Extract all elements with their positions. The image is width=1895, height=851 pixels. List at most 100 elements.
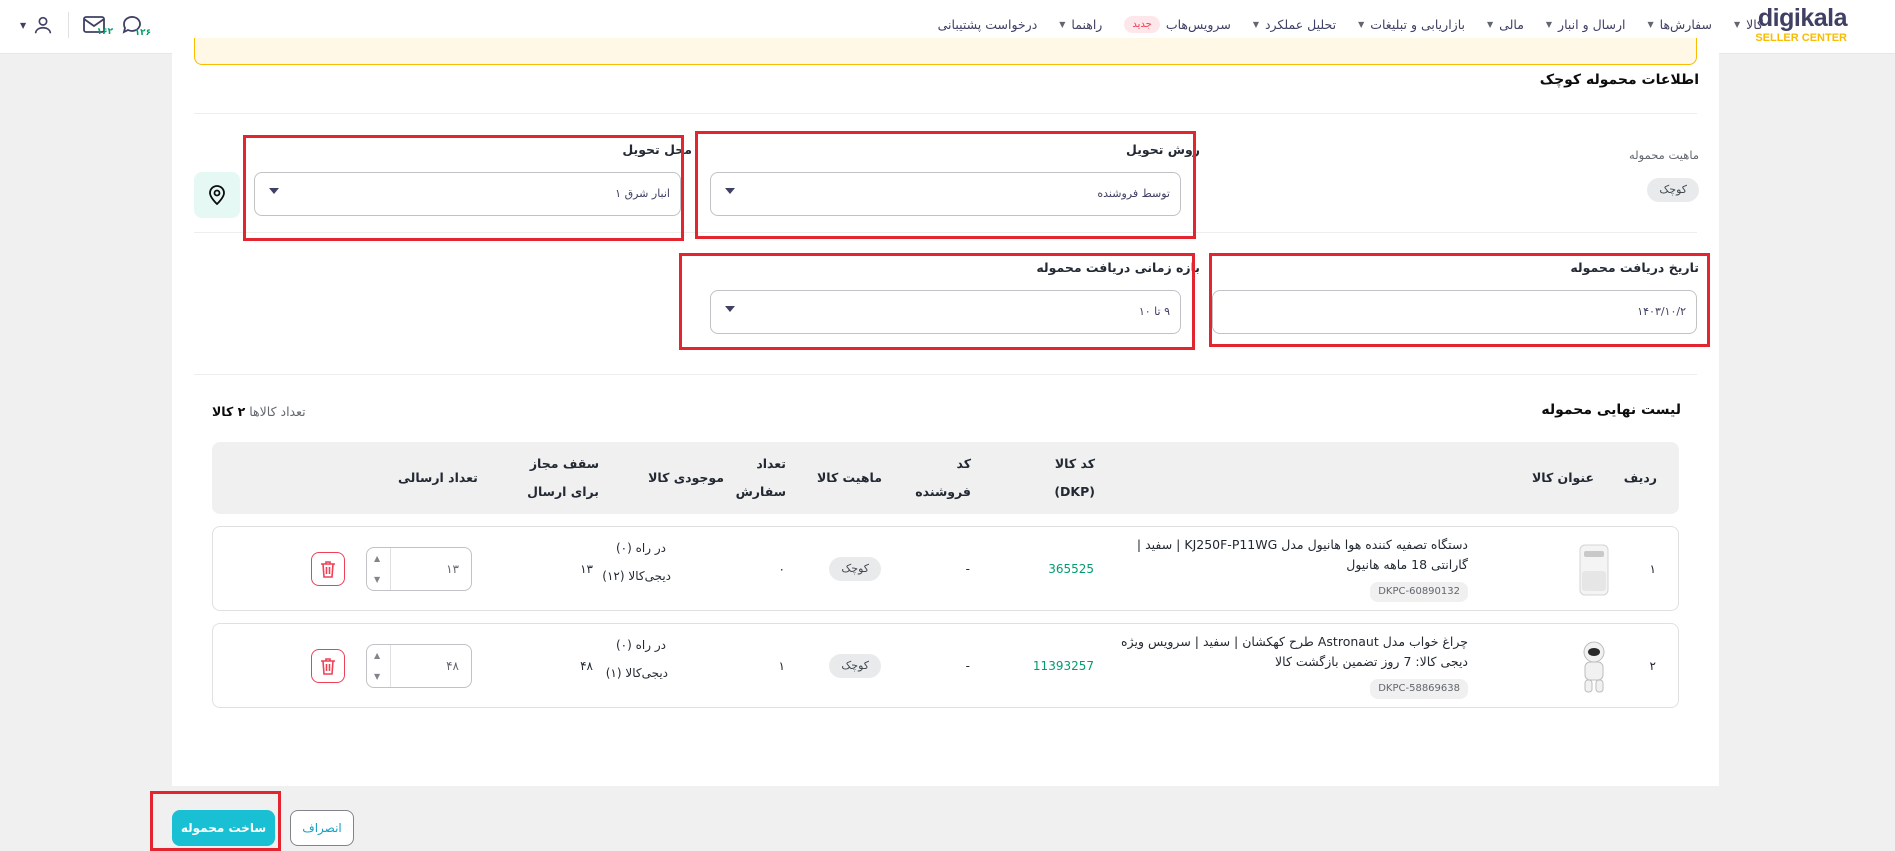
stock-in-transit: در راه (۰) [615,541,666,555]
section-title: اطلاعات محموله کوچک [1539,72,1699,88]
receive-time-select[interactable]: ۹ تا ۱۰ [710,290,1181,334]
nav-item-label: بازاریابی و تبلیغات [1370,16,1465,32]
divider [194,374,1697,375]
stock-in-transit: در راه (۰) [615,638,666,652]
table-row: ۱ دستگاه تصفیه کننده هوا هانیول مدل KJ25… [212,526,1679,611]
dropdown-arrow-icon [725,306,735,312]
dropdown-arrow-icon [725,188,735,194]
divider [194,232,1697,233]
items-count-label: تعداد کالاها [249,404,306,419]
final-list-title: لیست نهایی محموله [1541,402,1681,418]
trash-icon [321,561,335,578]
col-seller-code: کد فروشنده [915,450,971,506]
new-badge: جدید [1124,15,1160,33]
product-title-line1[interactable]: دستگاه تصفیه کننده هوا هانیول مدل KJ250F… [1137,537,1468,552]
nav-item-label: درخواست پشتیبانی [937,16,1038,32]
nav-item-finance[interactable]: مالی ▼ [1487,17,1524,32]
map-pin-icon [209,185,225,205]
product-title-line1[interactable]: چراغ خواب مدل Astronaut طرح کهکشان | سفی… [1121,634,1468,649]
table-header: ردیف عنوان کالا کد کالا (DKP) کد فروشنده… [212,442,1679,514]
receive-date-field[interactable]: ۱۴۰۳/۱۰/۲ [1212,290,1697,334]
nav-item-orders[interactable]: سفارش‌ها ▼ [1647,17,1711,32]
nav-item-label: کالا [1746,16,1763,32]
col-order-count-line2: سفارش [735,484,786,499]
divider [68,12,70,38]
nav-item-label: راهنما [1071,16,1103,32]
delete-button[interactable] [311,552,345,586]
col-dkp-line2: (DKP) [1054,484,1095,499]
receive-date-value: ۱۴۰۳/۱۰/۲ [1637,305,1686,318]
support-button[interactable]: ۱۲۶ [121,14,151,38]
product-title-line2[interactable]: گارانتی 18 ماهه هانیول [1346,557,1468,572]
row-index: ۱ [1649,562,1656,576]
nav-item-marketing[interactable]: بازاریابی و تبلیغات ▼ [1358,17,1465,32]
nav-item-performance[interactable]: تحلیل عملکرد ▼ [1253,17,1336,32]
chevron-up-icon[interactable]: ▲ [374,554,380,563]
send-cap: ۴۸ [580,659,593,673]
messages-count: ۱۶۲ [96,27,114,37]
nature-chip: کوچک [829,654,881,678]
col-cap-line2: برای ارسال [527,484,599,499]
messages-button[interactable]: ۱۶۲ [83,15,113,37]
nav-item-label: تحلیل عملکرد [1264,16,1337,32]
dkpc-badge: DKPC-60890132 [1370,582,1468,602]
delivery-method-value: توسط فروشنده [1097,187,1170,200]
top-right-icons: ▼ ۱۶۲ ۱۲۶ [20,0,151,50]
chevron-down-icon: ▼ [20,20,27,30]
table-row: ۲ چراغ خواب مدل Astronaut طرح کهکشان | س… [212,623,1679,708]
create-shipment-button[interactable]: ساخت محموله [172,810,275,846]
col-row: ردیف [1623,470,1657,485]
send-count-stepper[interactable]: ۴۸ ▲ ▼ [366,644,472,688]
stepper-arrows: ▲ ▼ [367,645,391,687]
logo-wordmark: digikala [1757,4,1848,32]
dropdown-arrow-icon [269,188,279,194]
col-order-count: تعداد سفارش [736,450,786,506]
receive-time-label: بازه زمانی دریافت محموله [1036,260,1200,275]
col-title: عنوان کالا [1531,470,1594,485]
seller-code: - [965,659,970,673]
nav-item-support-request[interactable]: درخواست پشتیبانی [938,17,1038,32]
nature-chip: کوچک [1647,178,1699,202]
delivery-method-select[interactable]: توسط فروشنده [710,172,1181,216]
location-button[interactable] [194,172,240,218]
product-title-line2[interactable]: دیجی کالا: 7 روز تضمین بازگشت کالا [1275,654,1468,669]
receive-date-label: تاریخ دریافت محموله [1570,260,1699,275]
nav-item-service-hub[interactable]: سرویس‌هاب جدید [1124,15,1231,33]
user-menu[interactable]: ▼ [20,14,54,36]
chevron-down-icon[interactable]: ▼ [374,672,380,681]
send-count-value: ۴۸ [446,659,459,673]
chevron-up-icon[interactable]: ▲ [374,651,380,660]
dkp-code[interactable]: 11393257 [1033,659,1094,673]
chevron-down-icon: ▼ [1733,19,1741,29]
items-count-value: ۲ کالا [212,404,246,419]
col-dkp-line1: کد کالا [1054,456,1095,471]
alert-strip [194,38,1697,65]
seller-code: - [965,562,970,576]
cancel-button[interactable]: انصراف [290,810,354,846]
row-index: ۲ [1649,659,1656,673]
nav-item-label: مالی [1499,16,1524,32]
order-count: ۱ [778,659,785,673]
nav-item-help[interactable]: راهنما ▼ [1059,17,1102,32]
logo-subtitle: SELLER CENTER [1755,32,1847,44]
col-seller-code-line2: فروشنده [915,484,971,499]
digikala-seller-center-logo[interactable]: digikala SELLER CENTER [1755,6,1847,44]
col-cap: سقف مجاز برای ارسال [527,450,599,506]
chevron-down-icon[interactable]: ▼ [374,575,380,584]
nav-item-label: ارسال و انبار [1558,16,1626,32]
col-order-count-line1: تعداد [756,456,786,471]
user-icon [34,16,52,34]
chevron-down-icon: ▼ [1545,19,1553,29]
dkp-code[interactable]: 365525 [1048,562,1094,576]
stock-digikala: دیجی‌کالا (۱۲) [602,569,671,583]
nav-item-products[interactable]: کالا ▼ [1734,17,1763,32]
delivery-place-select[interactable]: انبار شرق ۱ [254,172,681,216]
send-count-stepper[interactable]: ۱۳ ▲ ▼ [366,547,472,591]
delivery-method-label: روش تحویل [1126,142,1200,157]
col-send-count: تعداد ارسالی [398,470,478,485]
send-count-value: ۱۳ [446,562,459,576]
send-cap: ۱۳ [580,562,593,576]
delete-button[interactable] [311,649,345,683]
stock-digikala: دیجی‌کالا (۱) [605,666,668,680]
nav-item-shipping-warehouse[interactable]: ارسال و انبار ▼ [1546,17,1626,32]
